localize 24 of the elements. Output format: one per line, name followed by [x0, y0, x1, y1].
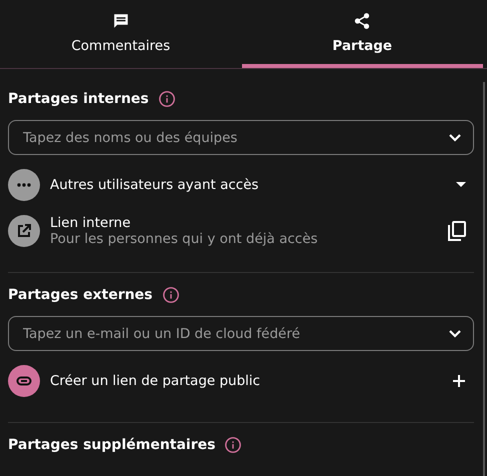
tab[interactable]: Commentaires — [0, 0, 242, 68]
comment-icon — [112, 12, 130, 30]
info-icon[interactable] — [158, 90, 176, 108]
row-label: Lien interne — [50, 215, 132, 231]
row-label: Créer un lien de partage public — [50, 373, 262, 389]
external-link-avatar-icon — [8, 215, 40, 247]
more-avatar-icon — [8, 169, 40, 201]
link-avatar-icon — [8, 365, 40, 397]
section-title: Partages externes — [8, 287, 153, 303]
search-field[interactable]: Tapez un e-mail ou un ID de cloud fédéré — [8, 316, 474, 351]
tab[interactable]: Partage — [242, 0, 483, 68]
caret-down-icon[interactable] — [456, 182, 466, 188]
share-icon — [353, 12, 372, 30]
copy-icon[interactable] — [448, 221, 466, 241]
section-title: Partages supplémentaires — [8, 437, 216, 453]
chevron-down-icon — [448, 329, 462, 339]
search-field[interactable]: Tapez des noms ou des équipes — [8, 120, 474, 155]
info-icon[interactable] — [162, 286, 180, 304]
plus-icon[interactable] — [452, 374, 466, 388]
section-title: Partages internes — [8, 91, 149, 107]
info-icon[interactable] — [224, 436, 242, 454]
chevron-down-icon — [448, 133, 462, 143]
row-description: Pour les personnes qui y ont déjà accès — [50, 231, 319, 247]
row-label: Autres utilisateurs ayant accès — [50, 177, 260, 193]
